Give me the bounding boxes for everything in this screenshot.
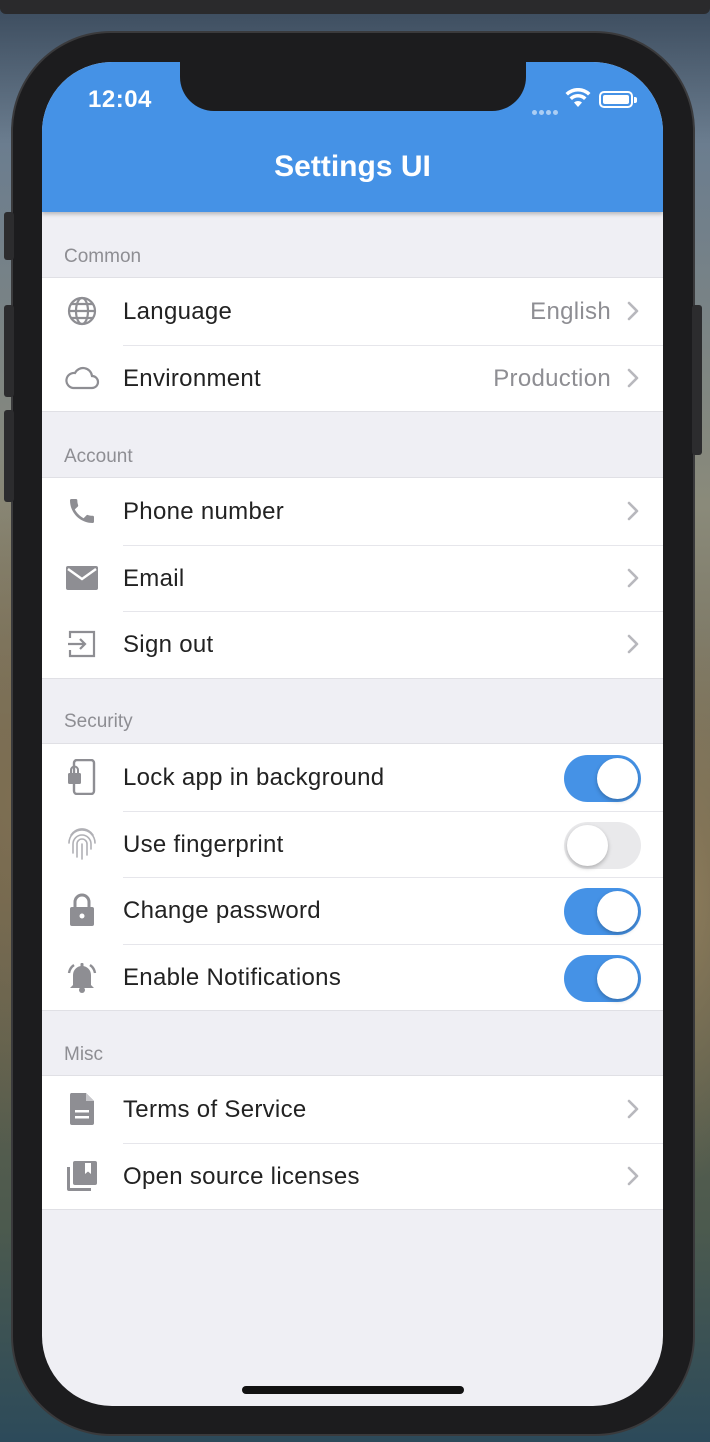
notifications-toggle[interactable] — [564, 954, 641, 1002]
setting-label: Sign out — [123, 631, 214, 658]
setting-label: Language — [123, 298, 233, 325]
side-button — [4, 212, 14, 260]
app-header: 12:04 Settings UI — [42, 62, 663, 212]
power-button — [692, 305, 702, 455]
setting-value: English — [530, 298, 611, 325]
email-icon — [64, 560, 100, 596]
host-window-bar — [0, 0, 710, 14]
setting-row-lock-app[interactable]: Lock app in background — [42, 744, 663, 811]
chevron-right-icon — [623, 1098, 643, 1120]
setting-label: Open source licenses — [123, 1162, 360, 1190]
settings-group-misc: Terms of Service Open source licenses — [42, 1075, 663, 1210]
lock-icon — [64, 892, 100, 928]
home-indicator[interactable] — [242, 1386, 464, 1394]
page-title: Settings UI — [274, 150, 431, 183]
setting-value: Production — [493, 364, 611, 392]
settings-group-security: Lock app in background Use fingerprint C… — [42, 743, 663, 1011]
lock-app-toggle[interactable] — [564, 755, 641, 802]
section-title-misc: Misc — [64, 1044, 104, 1065]
fingerprint-icon — [64, 826, 100, 862]
section-title-security: Security — [64, 711, 133, 732]
setting-label: Environment — [123, 364, 262, 392]
setting-row-fingerprint[interactable]: Use fingerprint — [42, 810, 663, 878]
section-title-common: Common — [64, 246, 142, 267]
settings-group-account: Phone number Email Sign out — [42, 477, 663, 679]
setting-row-terms[interactable]: Terms of Service — [42, 1076, 663, 1143]
setting-label: Email — [123, 564, 185, 592]
library-icon — [64, 1158, 100, 1194]
fingerprint-toggle[interactable] — [564, 821, 641, 869]
setting-label: Use fingerprint — [123, 830, 284, 858]
setting-row-language[interactable]: Language English — [42, 278, 663, 345]
chevron-right-icon — [623, 567, 643, 589]
cellular-signal-icon — [532, 102, 560, 120]
setting-row-licenses[interactable]: Open source licenses — [42, 1142, 663, 1210]
setting-label: Terms of Service — [123, 1096, 307, 1123]
setting-label: Phone number — [123, 498, 285, 525]
battery-icon — [599, 91, 637, 108]
phone-screen: 12:04 Settings UI Common Language Englis… — [42, 62, 663, 1406]
phone-lock-icon — [64, 759, 100, 795]
settings-group-common: Language English Environment Production — [42, 277, 663, 412]
globe-icon — [64, 293, 100, 329]
chevron-right-icon — [623, 633, 643, 655]
setting-row-sign-out[interactable]: Sign out — [42, 611, 663, 678]
sign-out-icon — [64, 626, 100, 662]
setting-label: Change password — [123, 897, 321, 924]
chevron-right-icon — [623, 300, 643, 322]
bell-icon — [64, 959, 100, 995]
cloud-icon — [64, 360, 100, 396]
setting-row-change-password[interactable]: Change password — [42, 877, 663, 944]
setting-row-environment[interactable]: Environment Production — [42, 344, 663, 412]
device-notch — [180, 62, 526, 111]
setting-label: Enable Notifications — [123, 963, 342, 991]
phone-icon — [64, 493, 100, 529]
setting-row-email[interactable]: Email — [42, 544, 663, 612]
volume-down-button — [4, 410, 14, 502]
setting-row-notifications[interactable]: Enable Notifications — [42, 943, 663, 1011]
change-password-toggle[interactable] — [564, 888, 641, 935]
chevron-right-icon — [623, 500, 643, 522]
document-icon — [64, 1091, 100, 1127]
wifi-icon — [565, 87, 591, 113]
section-title-account: Account — [64, 446, 133, 467]
chevron-right-icon — [623, 1165, 643, 1187]
chevron-right-icon — [623, 367, 643, 389]
setting-row-phone-number[interactable]: Phone number — [42, 478, 663, 545]
setting-label: Lock app in background — [123, 764, 385, 791]
volume-up-button — [4, 305, 14, 397]
status-time: 12:04 — [88, 86, 152, 113]
